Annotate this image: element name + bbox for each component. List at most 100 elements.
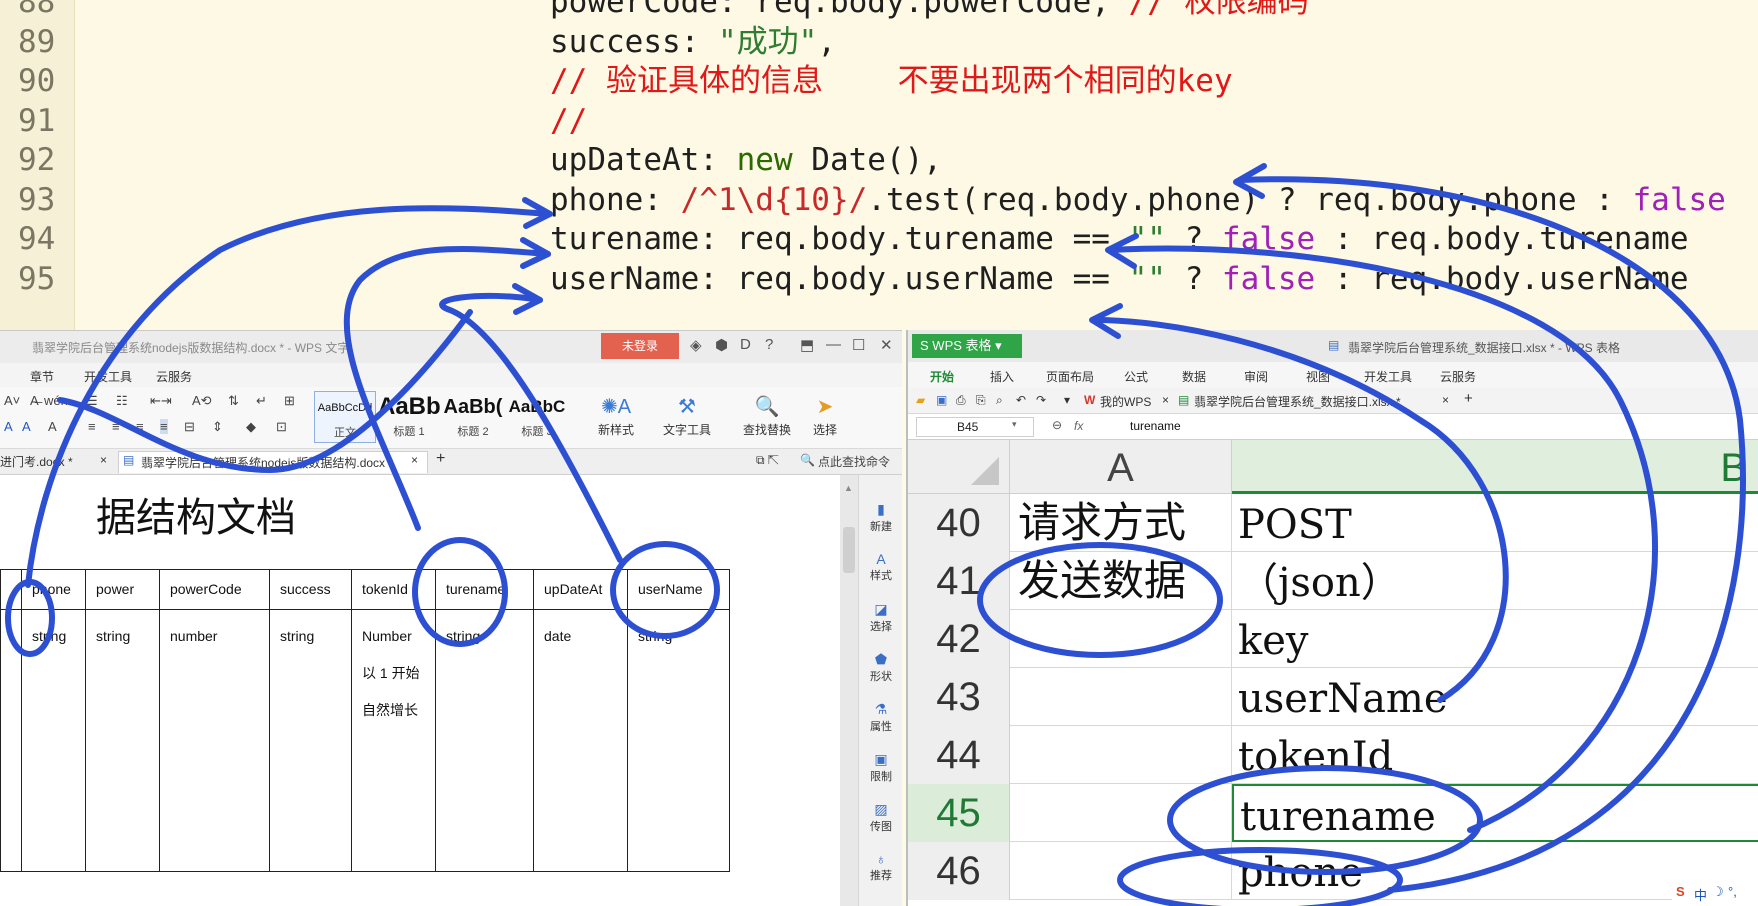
code-line[interactable]: 92 upDateAt: new Date(), (0, 138, 1758, 182)
menu-page-layout[interactable]: 页面布局 (1046, 368, 1094, 385)
skin-icon[interactable]: ◈ (690, 336, 702, 354)
cell-b[interactable]: key (1232, 610, 1758, 668)
menu-cloud[interactable]: 云服务 (156, 368, 192, 385)
text-tools-button[interactable]: ⚒ 文字工具 (654, 393, 720, 438)
font-size-icon[interactable]: A˅ (4, 393, 20, 408)
table-icon[interactable]: ⊞ (284, 393, 295, 409)
close-icon[interactable]: ✕ (880, 336, 893, 354)
cell-b[interactable]: tokenId (1232, 726, 1758, 784)
select-all-corner[interactable] (908, 440, 1010, 494)
align-right-icon[interactable]: ≡ (136, 419, 144, 434)
clear-format-icon[interactable]: A̶ (30, 393, 39, 408)
menu-dev-tools[interactable]: 开发工具 (1364, 368, 1412, 385)
restore-icon[interactable]: ⬒ (800, 336, 814, 354)
export-icon[interactable]: ⎙ (956, 393, 966, 408)
cell-b[interactable]: POST (1232, 494, 1758, 552)
menu-cloud[interactable]: 云服务 (1440, 368, 1476, 385)
select-button[interactable]: ➤ 选择 (800, 393, 850, 438)
menu-start[interactable]: 开始 (930, 368, 954, 385)
save-icon[interactable]: ▣ (936, 393, 947, 407)
side-select[interactable]: ◪ 选择 (859, 601, 902, 634)
cell-b[interactable]: （json） (1232, 552, 1758, 610)
text-direction-icon[interactable]: A⟲ (192, 393, 212, 409)
row-header[interactable]: 43 (908, 668, 1010, 726)
side-restrict[interactable]: ▣ 限制 (859, 751, 902, 784)
menu-formula[interactable]: 公式 (1124, 368, 1148, 385)
font-color-icon[interactable]: A (4, 419, 13, 434)
wps-sheet-menu-button[interactable]: S WPS 表格 ▾ (912, 334, 1022, 358)
side-upload-image[interactable]: ▨ 传图 (859, 801, 902, 834)
new-style-button[interactable]: ✺A 新样式 (586, 393, 646, 438)
share-icon[interactable]: D (740, 336, 751, 353)
minimize-icon[interactable]: — (826, 336, 841, 353)
code-line[interactable]: 95 userName: req.body.userName == "" ? fa… (0, 257, 1758, 301)
settings-icon[interactable]: ⬢ (715, 336, 728, 354)
column-header-b[interactable]: B (1232, 440, 1758, 494)
style-normal[interactable]: AaBbCcDd 正文 (314, 391, 376, 443)
sort-icon[interactable]: ⇅ (228, 393, 239, 409)
row-header[interactable]: 40 (908, 494, 1010, 552)
style-heading-3[interactable]: AaBbC 标题 3 (506, 391, 568, 443)
cell-a[interactable]: 请求方式 (1010, 494, 1232, 552)
chevron-down-icon[interactable]: ▾ (1012, 419, 1017, 430)
customize-icon[interactable]: ▾ (1064, 393, 1070, 407)
side-style[interactable]: A 样式 (859, 551, 902, 583)
phonetic-icon[interactable]: wén (44, 393, 68, 408)
document-page[interactable]: 据结构文档 phone power powerCode success toke… (0, 475, 840, 906)
menu-review[interactable]: 审阅 (1244, 368, 1268, 385)
help-icon[interactable]: ? (765, 336, 773, 353)
tab-close-icon[interactable]: × (1162, 393, 1169, 407)
cell-a[interactable] (1010, 726, 1232, 784)
cell-a[interactable] (1010, 610, 1232, 668)
align-center-icon[interactable]: ≡ (112, 419, 120, 434)
zoom-icon[interactable]: ⊖ (1052, 418, 1062, 432)
code-line[interactable]: 91 // (0, 99, 1758, 143)
ime-status-bar[interactable]: S 中 ☽ °, (1672, 882, 1758, 906)
find-replace-button[interactable]: 🔍 查找替换 (734, 393, 800, 438)
bullet-list-icon[interactable]: ☰ (86, 393, 98, 409)
tab-entrance-exam[interactable]: 进门考.docx * (0, 453, 73, 470)
border-icon[interactable]: ⊡ (276, 419, 287, 435)
preview-icon[interactable]: ⌕ (996, 393, 1003, 408)
text-color-icon[interactable]: A (22, 419, 31, 434)
cell-a[interactable] (1010, 668, 1232, 726)
print-icon[interactable]: ⎘ (976, 393, 986, 408)
align-justify-icon[interactable]: ≡ (160, 419, 168, 434)
cell-b[interactable]: userName (1232, 668, 1758, 726)
row-header[interactable]: 41 (908, 552, 1010, 610)
maximize-icon[interactable]: ☐ (852, 336, 865, 354)
row-header[interactable]: 46 (908, 842, 1010, 900)
distribute-icon[interactable]: ⊟ (184, 419, 195, 435)
tab-my-wps[interactable]: 我的WPS (1100, 393, 1151, 410)
row-header[interactable]: 42 (908, 610, 1010, 668)
undo-icon[interactable]: ↶ (1016, 393, 1026, 407)
tab-close-icon[interactable]: × (1442, 393, 1449, 407)
menu-dev-tools[interactable]: 开发工具 (84, 368, 132, 385)
code-line[interactable]: 93 phone: /^1\d{10}/.test(req.body.phone)… (0, 178, 1758, 222)
code-line[interactable]: 90 // 验证具体的信息 不要出现两个相同的key (0, 59, 1758, 103)
redo-icon[interactable]: ↷ (1036, 393, 1046, 407)
command-search[interactable]: 点此查找命令 (818, 453, 890, 470)
number-list-icon[interactable]: ☷ (116, 393, 128, 409)
tab-active-doc[interactable]: ▤ 翡翠学院后台管理系统nodejs版数据结构.docx * × (118, 451, 428, 473)
scroll-thumb[interactable] (843, 527, 855, 573)
spreadsheet-grid[interactable]: A B 40 请求方式 POST 41 发送数据 （json） 42 key 43 userNam… (908, 440, 1758, 906)
code-editor[interactable]: 88 powerCode: req.body.powerCode, // 权限编码… (0, 0, 1758, 330)
new-tab-icon[interactable]: + (436, 450, 445, 468)
open-icon[interactable]: ▰ (916, 393, 925, 407)
style-heading-1[interactable]: AaBb 标题 1 (378, 391, 441, 443)
formula-input[interactable]: turename (1130, 419, 1181, 433)
tab-close-icon[interactable]: × (411, 453, 418, 467)
code-line[interactable]: 89 success: "成功", (0, 20, 1758, 64)
tab-close-icon[interactable]: × (100, 453, 107, 467)
line-spacing-icon[interactable]: ⇕ (212, 419, 223, 435)
side-properties[interactable]: ⚗ 属性 (859, 701, 902, 734)
fill-color-icon[interactable]: ◆ (246, 419, 256, 435)
new-tab-icon[interactable]: + (1464, 390, 1473, 407)
menu-data[interactable]: 数据 (1182, 368, 1206, 385)
menu-view[interactable]: 视图 (1306, 368, 1330, 385)
row-header[interactable]: 45 (908, 784, 1010, 842)
login-button[interactable]: 未登录 (601, 333, 679, 359)
scroll-up-icon[interactable]: ▲ (844, 483, 854, 495)
side-new[interactable]: ▮ 新建 (859, 501, 902, 534)
